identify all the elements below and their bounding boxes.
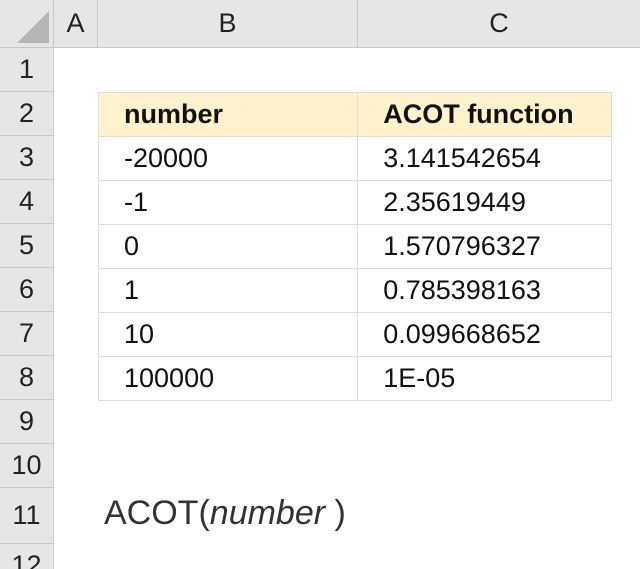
cell-number[interactable]: -1 [97,180,359,225]
cell-number[interactable]: 1 [97,268,359,313]
column-header-c[interactable]: C [358,0,640,48]
row-header-8[interactable]: 8 [0,356,54,400]
cell-number[interactable]: -20000 [97,136,359,181]
cell-number[interactable]: 10 [97,312,359,357]
row-header-3[interactable]: 3 [0,136,54,180]
row-header-1[interactable]: 1 [0,48,54,92]
cell-number[interactable]: 0 [97,224,359,269]
table-row: -20000 3.141542654 [97,136,612,181]
table-row: -1 2.35619449 [97,180,612,225]
function-close-paren: ) [325,494,346,532]
select-all-corner[interactable] [0,0,54,48]
row-header-12[interactable]: 12 [0,544,54,569]
row-header-4[interactable]: 4 [0,180,54,224]
row-header-10[interactable]: 10 [0,444,54,488]
cell-number[interactable]: 100000 [97,356,359,401]
header-cell-acot[interactable]: ACOT function [357,92,612,137]
cell-acot[interactable]: 0.099668652 [357,312,612,357]
spreadsheet: A B C 1 2 3 4 5 6 7 8 9 10 11 12 number … [0,0,640,569]
function-name: ACOT( [104,494,210,532]
row-header-7[interactable]: 7 [0,312,54,356]
table-row: 0 1.570796327 [97,224,612,269]
cell-acot[interactable]: 2.35619449 [357,180,612,225]
header-cell-number[interactable]: number [97,92,359,137]
row-header-2[interactable]: 2 [0,92,54,136]
function-syntax: ACOT(number ) [104,494,346,533]
select-all-triangle-icon [17,11,49,43]
row-header-11[interactable]: 11 [0,488,54,544]
row-header-5[interactable]: 5 [0,224,54,268]
column-header-b[interactable]: B [98,0,358,48]
table-row: 1 0.785398163 [97,268,612,313]
column-header-a[interactable]: A [54,0,98,48]
row-header-9[interactable]: 9 [0,400,54,444]
cell-acot[interactable]: 0.785398163 [357,268,612,313]
table-row: 100000 1E-05 [97,356,612,401]
cell-acot[interactable]: 1.570796327 [357,224,612,269]
cell-acot[interactable]: 1E-05 [357,356,612,401]
function-argument: number [209,494,326,532]
table-row: 10 0.099668652 [97,312,612,357]
acot-table: number ACOT function -20000 3.141542654 … [97,92,612,401]
table-header-row: number ACOT function [97,92,612,137]
cell-acot[interactable]: 3.141542654 [357,136,612,181]
row-header-6[interactable]: 6 [0,268,54,312]
